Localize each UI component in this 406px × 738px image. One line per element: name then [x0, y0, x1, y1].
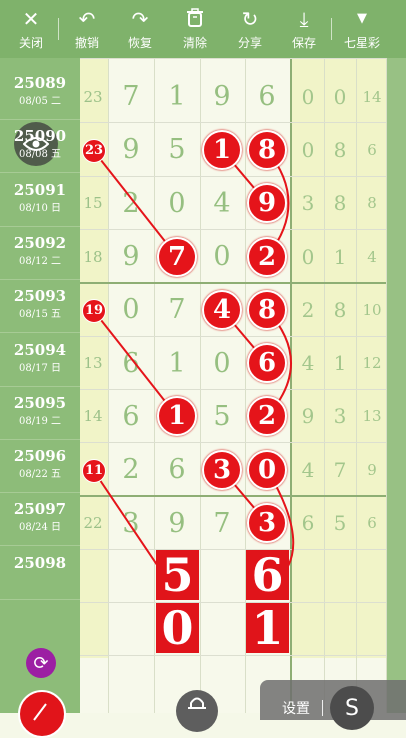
- issue-date: 08/15 五: [19, 309, 61, 321]
- issue-date: 08/17 日: [19, 362, 61, 374]
- s-icon: S: [345, 695, 359, 721]
- issue-date: 08/22 五: [19, 469, 61, 481]
- issue-date: 08/10 日: [19, 202, 61, 214]
- side-ball: 11: [82, 458, 106, 483]
- issue-cell: 25095 08/19 二: [0, 386, 80, 440]
- s-button[interactable]: S: [330, 686, 374, 730]
- issue-cell: 25089 08/05 二: [0, 66, 80, 120]
- pen-icon: [33, 703, 47, 721]
- pen-tool-button[interactable]: [18, 690, 66, 738]
- number-ball[interactable]: 8: [247, 289, 287, 330]
- issue-number: 25096: [13, 447, 67, 466]
- number-ball[interactable]: 1: [202, 129, 242, 170]
- issue-number: 25090: [13, 127, 67, 146]
- issue-number: 25091: [13, 180, 67, 199]
- settings-label[interactable]: 设置: [282, 698, 310, 718]
- issue-cell: 25092 08/12 二: [0, 226, 80, 280]
- number-ball[interactable]: 7: [157, 236, 197, 277]
- lock-button[interactable]: [176, 690, 218, 732]
- issue-cell: 25090 08/08 五: [0, 119, 80, 174]
- lock-icon: [188, 697, 206, 709]
- number-ball[interactable]: 3: [202, 449, 242, 490]
- number-ball[interactable]: 4: [202, 289, 242, 330]
- refresh-button[interactable]: ⟳: [26, 648, 56, 678]
- issue-cell: 25097 08/24 日: [0, 492, 80, 547]
- number-ball[interactable]: 3: [247, 503, 287, 544]
- issue-number: 25095: [13, 393, 67, 412]
- issue-cell: 25098: [0, 546, 80, 600]
- prediction-number[interactable]: 1: [246, 601, 289, 655]
- issue-cell: 25094 08/17 日: [0, 333, 80, 387]
- issue-number: 25094: [13, 340, 67, 359]
- issue-date: 08/12 二: [19, 255, 61, 267]
- issue-cell: 25093 08/15 五: [0, 279, 80, 334]
- issue-number: 25098: [13, 553, 67, 572]
- connector-line: [92, 469, 159, 567]
- number-ball[interactable]: 6: [247, 343, 287, 384]
- issue-number: 25092: [13, 233, 67, 252]
- settings-panel[interactable]: 设置 S: [260, 680, 406, 730]
- issue-date: 08/19 二: [19, 415, 61, 427]
- number-ball[interactable]: 9: [247, 183, 287, 224]
- settings-divider: [322, 700, 323, 716]
- number-ball[interactable]: 0: [247, 449, 287, 490]
- number-ball[interactable]: 2: [247, 236, 287, 277]
- prediction-number[interactable]: 6: [246, 548, 289, 602]
- number-ball[interactable]: 8: [247, 129, 287, 170]
- prediction-number[interactable]: 5: [156, 548, 199, 602]
- issue-date: 08/05 二: [19, 96, 61, 107]
- prediction-number[interactable]: 0: [156, 601, 199, 655]
- issue-cell: 25091 08/10 日: [0, 173, 80, 227]
- side-ball: 19: [82, 298, 106, 323]
- issue-cell: 25096 08/22 五: [0, 439, 80, 494]
- side-ball: 23: [82, 138, 106, 163]
- issue-date: 08/24 日: [19, 522, 61, 534]
- refresh-icon: ⟳: [33, 652, 49, 674]
- issue-number: 25097: [13, 500, 67, 519]
- issue-number: 25093: [13, 287, 67, 306]
- issue-date: 08/08 五: [19, 149, 61, 161]
- issue-number: 25089: [13, 74, 67, 92]
